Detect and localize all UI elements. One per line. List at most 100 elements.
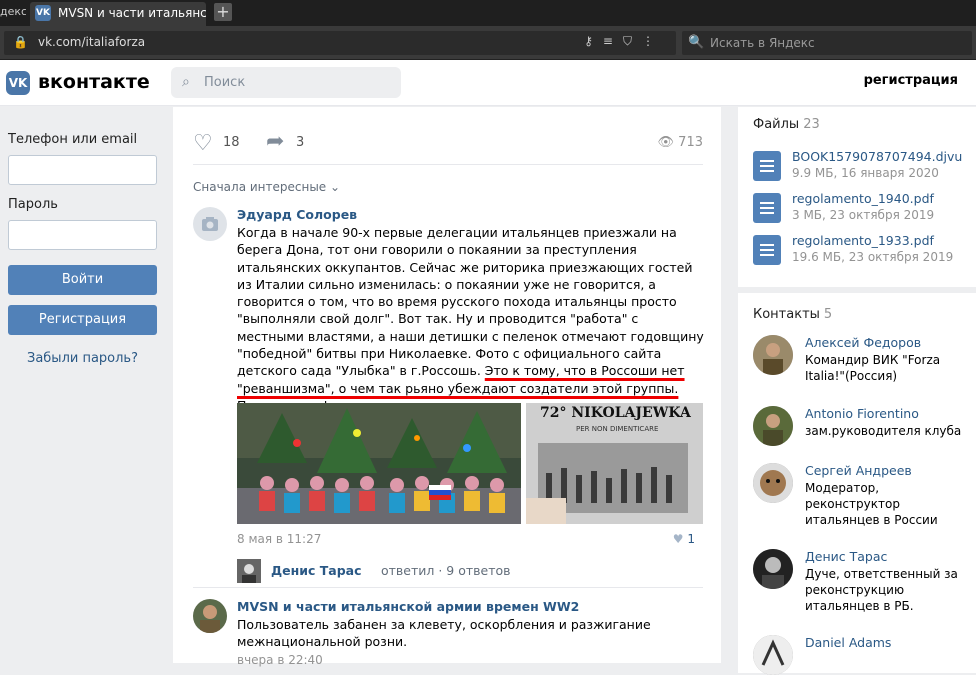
replies-row[interactable]: Денис Тарас ответил · 9 ответов xyxy=(237,559,697,583)
phone-email-field[interactable] xyxy=(8,155,157,185)
search-icon: ⌕ xyxy=(182,74,190,90)
post-actions: ♡ 18 ➦ 3 👁 713 xyxy=(193,121,703,165)
file-meta: 3 МБ, 23 октября 2019 xyxy=(792,208,935,222)
yandex-search-placeholder: Искать в Яндекс xyxy=(710,36,815,50)
password-field[interactable] xyxy=(8,220,157,250)
file-name[interactable]: regolamento_1933.pdf xyxy=(792,233,934,248)
eye-icon: 👁 xyxy=(657,135,675,150)
avatar[interactable] xyxy=(753,635,793,675)
comment: MVSN и части итальянской армии времен WW… xyxy=(193,599,705,669)
photo-headline: 72° NIKOLAJEWKA xyxy=(540,405,691,421)
avatar[interactable] xyxy=(753,549,793,589)
file-item[interactable]: regolamento_1940.pdf 3 МБ, 23 октября 20… xyxy=(753,191,973,227)
vk-favicon-icon: VK xyxy=(35,5,51,21)
comment-like[interactable]: ♥ 1 xyxy=(673,532,695,546)
document-icon xyxy=(753,151,781,181)
camera-avatar-icon[interactable] xyxy=(193,207,227,241)
contact-role: зам.руководителя клуба xyxy=(805,424,962,438)
comment-sort-dropdown[interactable]: Сначала интересные ⌄ xyxy=(193,180,340,194)
menu-icon[interactable]: ⋮ xyxy=(642,34,664,48)
tab-title: MVSN и части итальянско xyxy=(58,6,206,20)
header-register-link[interactable]: регистрация xyxy=(864,73,958,88)
login-button[interactable]: Войти xyxy=(8,265,157,295)
comment-date[interactable]: 8 мая в 11:27 xyxy=(237,532,321,546)
wall-post: ♡ 18 ➦ 3 👁 713 Сначала интересные ⌄ Эдуа… xyxy=(173,107,721,667)
url-field[interactable]: 🔒 vk.com/italiaforza ⚷≡⛉⋮ xyxy=(4,31,676,55)
contacts-title[interactable]: Контакты 5 xyxy=(753,307,832,322)
file-name[interactable]: regolamento_1940.pdf xyxy=(792,191,934,206)
browser-tab-bar: декс VK MVSN и части итальянско + xyxy=(0,0,976,26)
share-arrow-icon[interactable]: ➦ xyxy=(266,129,284,154)
phone-label: Телефон или email xyxy=(8,132,138,147)
reply-meta[interactable]: ответил · 9 ответов xyxy=(381,563,511,578)
contact-name[interactable]: Алексей Федоров xyxy=(805,335,921,350)
forgot-password-link[interactable]: Забыли пароль? xyxy=(8,351,157,366)
login-panel: Телефон или email Пароль Войти Регистрац… xyxy=(0,107,172,663)
right-sidebar: Файлы 23 BOOK1579078707494.djvu 9.9 МБ, 1… xyxy=(738,107,976,675)
contact-name[interactable]: Daniel Adams xyxy=(805,635,891,650)
vk-search-placeholder: Поиск xyxy=(204,75,246,90)
comment-author[interactable]: Эдуард Солорев xyxy=(237,207,357,222)
files-block: Файлы 23 BOOK1579078707494.djvu 9.9 МБ, 1… xyxy=(738,107,976,287)
avatar[interactable] xyxy=(237,559,261,583)
avatar[interactable] xyxy=(193,599,227,633)
like-count: 18 xyxy=(223,135,240,150)
comment-text: Пользователь забанен за клевету, оскорбл… xyxy=(237,617,651,650)
comment-author[interactable]: MVSN и части итальянской армии времен WW… xyxy=(237,599,579,614)
yandex-search-field[interactable]: 🔍 Искать в Яндекс xyxy=(682,31,972,55)
divider xyxy=(193,587,703,588)
nikolajewka-photo[interactable]: 72° NIKOLAJEWKA PER NON DIMENTICARE xyxy=(526,403,703,524)
avatar[interactable] xyxy=(753,335,793,375)
contact-role: Дуче, ответственный за реконструкцию ита… xyxy=(805,567,958,613)
avatar[interactable] xyxy=(753,406,793,446)
browser-tab-previous[interactable]: декс xyxy=(0,2,26,24)
contact-role: Командир ВИК "Forza Italia!"(Россия) xyxy=(805,353,941,383)
vk-search-input[interactable]: ⌕ Поиск xyxy=(171,67,401,98)
heart-icon[interactable]: ♡ xyxy=(193,131,213,156)
browser-tab-active[interactable]: VK MVSN и части итальянско xyxy=(30,2,206,26)
vk-header: VK вконтакте ⌕ Поиск регистрация xyxy=(0,60,976,106)
url-text: vk.com/italiaforza xyxy=(38,35,146,49)
file-meta: 9.9 МБ, 16 января 2020 xyxy=(792,166,939,180)
reader-icon[interactable]: ≡ xyxy=(603,34,623,48)
register-button[interactable]: Регистрация xyxy=(8,305,157,335)
share-count: 3 xyxy=(296,135,305,150)
heart-icon: ♥ xyxy=(672,532,684,546)
chevron-down-icon: ⌄ xyxy=(330,180,341,194)
password-label: Пароль xyxy=(8,197,58,212)
document-icon xyxy=(753,235,781,265)
files-count: 23 xyxy=(803,117,820,132)
sort-label: Сначала интересные xyxy=(193,180,327,194)
file-meta: 19.6 МБ, 23 октября 2019 xyxy=(792,250,954,264)
files-title-text: Файлы xyxy=(753,117,800,132)
search-icon: 🔍 xyxy=(688,35,705,50)
lock-icon: 🔒 xyxy=(13,35,28,49)
comment-text-plain: Когда в начале 90-х первые делегации ита… xyxy=(237,225,704,379)
comment: Эдуард Солорев Когда в начале 90-х первы… xyxy=(193,207,707,583)
avatar[interactable] xyxy=(753,463,793,503)
reply-author[interactable]: Денис Тарас xyxy=(271,563,362,578)
kindergarten-photo[interactable] xyxy=(237,403,521,524)
address-actions[interactable]: ⚷≡⛉⋮ xyxy=(584,34,664,49)
comment-date[interactable]: вчера в 22:40 xyxy=(237,653,323,667)
file-name[interactable]: BOOK1579078707494.djvu xyxy=(792,149,962,164)
files-title[interactable]: Файлы 23 xyxy=(753,117,820,132)
key-icon[interactable]: ⚷ xyxy=(584,34,603,48)
file-item[interactable]: BOOK1579078707494.djvu 9.9 МБ, 16 января… xyxy=(753,149,973,185)
contact-name[interactable]: Сергей Андреев xyxy=(805,463,912,478)
photo-subheadline: PER NON DIMENTICARE xyxy=(576,425,659,433)
contacts-block: Контакты 5 Алексей Федоров Командир ВИК "… xyxy=(738,293,976,675)
contacts-title-text: Контакты xyxy=(753,307,820,322)
contact-role: Модератор, реконструктор итальянцев в Ро… xyxy=(805,481,938,527)
file-item[interactable]: regolamento_1933.pdf 19.6 МБ, 23 октября… xyxy=(753,233,973,269)
contacts-count: 5 xyxy=(823,307,833,322)
comment-text: Когда в начале 90-х первые делегации ита… xyxy=(237,224,707,414)
views-counter: 👁 713 xyxy=(658,135,703,150)
bookmark-icon[interactable]: ⛉ xyxy=(623,34,642,48)
contact-name[interactable]: Antonio Fiorentino xyxy=(805,406,919,421)
vk-logo-icon[interactable]: VK xyxy=(6,71,30,95)
new-tab-button[interactable]: + xyxy=(214,3,232,21)
view-count: 713 xyxy=(678,135,703,150)
vk-brand[interactable]: вконтакте xyxy=(38,71,150,93)
contact-name[interactable]: Денис Тарас xyxy=(805,549,887,564)
